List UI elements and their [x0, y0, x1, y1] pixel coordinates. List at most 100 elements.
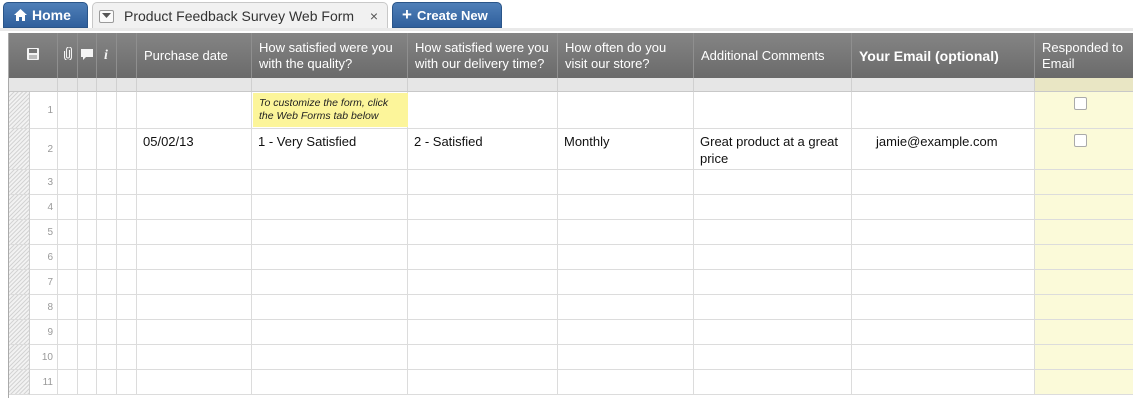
- row-drag-handle[interactable]: [9, 320, 30, 345]
- cell-quality[interactable]: To customize the form, click the Web For…: [252, 92, 408, 129]
- cell-responded[interactable]: [1035, 245, 1133, 270]
- cell-purchase_date[interactable]: [137, 220, 252, 245]
- cell-quality[interactable]: [252, 220, 408, 245]
- cell-delivery[interactable]: [408, 245, 558, 270]
- cell-email[interactable]: [852, 92, 1035, 129]
- cell-comments[interactable]: [694, 220, 852, 245]
- cell-visit[interactable]: Monthly: [558, 129, 694, 170]
- cell-purchase_date[interactable]: [137, 320, 252, 345]
- cell-comments[interactable]: [694, 245, 852, 270]
- cell-email[interactable]: [852, 270, 1035, 295]
- cell-visit[interactable]: [558, 220, 694, 245]
- row-drag-handle[interactable]: [9, 295, 30, 320]
- cell-comments[interactable]: [694, 320, 852, 345]
- cell-quality[interactable]: [252, 245, 408, 270]
- cell-delivery[interactable]: [408, 170, 558, 195]
- cell-purchase_date[interactable]: [137, 245, 252, 270]
- cell-delivery[interactable]: [408, 195, 558, 220]
- cell-delivery[interactable]: [408, 92, 558, 129]
- responded-checkbox[interactable]: [1074, 97, 1087, 110]
- cell-comments[interactable]: Great product at a great price: [694, 129, 852, 170]
- tab-menu-dropdown-icon[interactable]: [99, 9, 114, 23]
- cell-responded[interactable]: [1035, 320, 1133, 345]
- cell-comments[interactable]: [694, 270, 852, 295]
- cell-visit[interactable]: [558, 195, 694, 220]
- cell-purchase_date[interactable]: [137, 370, 252, 395]
- row-drag-handle[interactable]: [9, 245, 30, 270]
- responded-checkbox[interactable]: [1074, 134, 1087, 147]
- cell-visit[interactable]: [558, 320, 694, 345]
- cell-comments[interactable]: [694, 170, 852, 195]
- cell-responded[interactable]: [1035, 270, 1133, 295]
- cell-purchase_date[interactable]: 05/02/13: [137, 129, 252, 170]
- cell-responded[interactable]: [1035, 370, 1133, 395]
- cell-purchase_date[interactable]: [137, 92, 252, 129]
- column-header-visit[interactable]: How often do you visit our store?: [558, 33, 694, 78]
- cell-delivery[interactable]: [408, 345, 558, 370]
- cell-quality[interactable]: [252, 345, 408, 370]
- column-header-quality[interactable]: How satisfied were you with the quality?: [252, 33, 408, 78]
- row-drag-handle[interactable]: [9, 129, 30, 170]
- cell-email[interactable]: [852, 170, 1035, 195]
- row-drag-handle[interactable]: [9, 92, 30, 129]
- cell-email[interactable]: [852, 195, 1035, 220]
- cell-quality[interactable]: [252, 170, 408, 195]
- row-drag-handle[interactable]: [9, 220, 30, 245]
- cell-delivery[interactable]: [408, 320, 558, 345]
- column-header-delivery[interactable]: How satisfied were you with our delivery…: [408, 33, 558, 78]
- cell-delivery[interactable]: 2 - Satisfied: [408, 129, 558, 170]
- cell-comments[interactable]: [694, 195, 852, 220]
- row-drag-handle[interactable]: [9, 170, 30, 195]
- cell-email[interactable]: [852, 220, 1035, 245]
- cell-comments[interactable]: [694, 345, 852, 370]
- cell-email[interactable]: [852, 370, 1035, 395]
- column-header-purchase_date[interactable]: Purchase date: [137, 33, 252, 78]
- cell-responded[interactable]: [1035, 345, 1133, 370]
- cell-visit[interactable]: [558, 345, 694, 370]
- cell-delivery[interactable]: [408, 270, 558, 295]
- cell-visit[interactable]: [558, 170, 694, 195]
- cell-purchase_date[interactable]: [137, 170, 252, 195]
- cell-visit[interactable]: [558, 270, 694, 295]
- cell-delivery[interactable]: [408, 295, 558, 320]
- cell-visit[interactable]: [558, 370, 694, 395]
- column-header-responded[interactable]: Responded to Email: [1035, 33, 1133, 78]
- cell-responded[interactable]: [1035, 295, 1133, 320]
- column-header-comments[interactable]: Additional Comments: [694, 33, 852, 78]
- row-drag-handle[interactable]: [9, 370, 30, 395]
- cell-comments[interactable]: [694, 295, 852, 320]
- cell-purchase_date[interactable]: [137, 195, 252, 220]
- cell-quality[interactable]: [252, 195, 408, 220]
- cell-responded[interactable]: [1035, 129, 1133, 170]
- cell-email[interactable]: [852, 295, 1035, 320]
- cell-responded[interactable]: [1035, 170, 1133, 195]
- cell-purchase_date[interactable]: [137, 295, 252, 320]
- cell-quality[interactable]: [252, 320, 408, 345]
- create-new-button[interactable]: + Create New: [392, 2, 502, 28]
- save-icon[interactable]: [27, 47, 39, 64]
- cell-delivery[interactable]: [408, 220, 558, 245]
- close-icon[interactable]: ×: [370, 8, 378, 24]
- cell-email[interactable]: [852, 245, 1035, 270]
- cell-purchase_date[interactable]: [137, 345, 252, 370]
- cell-responded[interactable]: [1035, 92, 1133, 129]
- row-drag-handle[interactable]: [9, 195, 30, 220]
- cell-visit[interactable]: [558, 295, 694, 320]
- cell-quality[interactable]: [252, 370, 408, 395]
- cell-visit[interactable]: [558, 92, 694, 129]
- cell-quality[interactable]: 1 - Very Satisfied: [252, 129, 408, 170]
- cell-visit[interactable]: [558, 245, 694, 270]
- tab-home[interactable]: Home: [3, 2, 88, 28]
- column-header-email[interactable]: Your Email (optional): [852, 33, 1035, 78]
- cell-email[interactable]: [852, 345, 1035, 370]
- tab-sheet[interactable]: Product Feedback Survey Web Form ×: [92, 2, 388, 29]
- row-drag-handle[interactable]: [9, 270, 30, 295]
- cell-email[interactable]: jamie@example.com: [852, 129, 1035, 170]
- row-drag-handle[interactable]: [9, 345, 30, 370]
- cell-email[interactable]: [852, 320, 1035, 345]
- cell-responded[interactable]: [1035, 195, 1133, 220]
- cell-purchase_date[interactable]: [137, 270, 252, 295]
- cell-comments[interactable]: [694, 370, 852, 395]
- cell-quality[interactable]: [252, 295, 408, 320]
- cell-quality[interactable]: [252, 270, 408, 295]
